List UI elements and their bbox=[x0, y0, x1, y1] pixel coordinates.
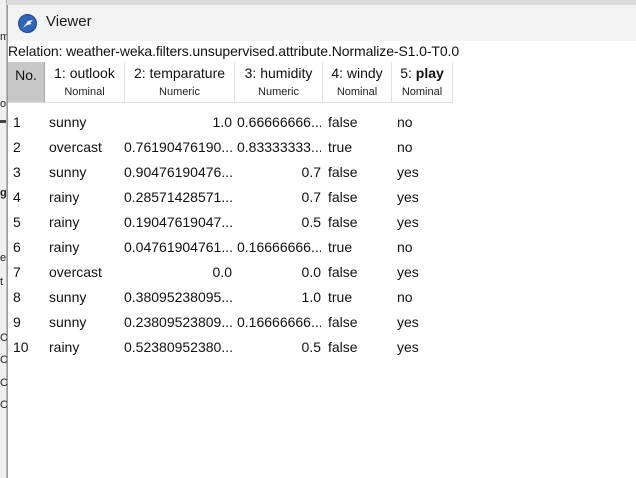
cell-humidity[interactable]: 0.7 bbox=[237, 185, 321, 210]
cell-windy[interactable]: true bbox=[328, 285, 390, 310]
cell-play[interactable]: yes bbox=[397, 310, 451, 335]
cell-temp[interactable]: 0.23809523809... bbox=[124, 310, 232, 335]
cell-temp[interactable]: 0.19047619047... bbox=[124, 210, 232, 235]
cell-temp[interactable]: 0.76190476190... bbox=[124, 135, 232, 160]
cell-temp[interactable]: 0.38095238095... bbox=[124, 285, 232, 310]
cell-play[interactable]: no bbox=[397, 235, 451, 260]
cell-windy[interactable]: false bbox=[328, 185, 390, 210]
cell-outlook[interactable]: overcast bbox=[49, 135, 123, 160]
bg-fragment: t bbox=[0, 276, 4, 288]
cell-windy[interactable]: true bbox=[328, 135, 390, 160]
cell-play[interactable]: no bbox=[397, 110, 451, 135]
cell-temp[interactable]: 0.52380952380... bbox=[124, 335, 232, 360]
cell-play[interactable]: no bbox=[397, 135, 451, 160]
cell-outlook[interactable]: rainy bbox=[49, 335, 123, 360]
cell-no[interactable]: 1 bbox=[13, 110, 43, 135]
cell-play[interactable]: yes bbox=[397, 185, 451, 210]
cell-no[interactable]: 7 bbox=[13, 260, 43, 285]
column-header-humidity[interactable]: 3: humidity Numeric bbox=[235, 62, 323, 103]
cell-humidity[interactable]: 0.16666666... bbox=[237, 235, 321, 260]
bg-line bbox=[0, 120, 6, 123]
cell-humidity[interactable]: 0.5 bbox=[237, 335, 321, 360]
cell-windy[interactable]: true bbox=[328, 235, 390, 260]
cell-no[interactable]: 5 bbox=[13, 210, 43, 235]
cell-outlook[interactable]: rainy bbox=[49, 185, 123, 210]
cell-play[interactable]: yes bbox=[397, 210, 451, 235]
cell-humidity[interactable]: 0.16666666... bbox=[237, 310, 321, 335]
cell-outlook[interactable]: rainy bbox=[49, 235, 123, 260]
cell-temp[interactable]: 0.04761904761... bbox=[124, 235, 232, 260]
cell-outlook[interactable]: sunny bbox=[49, 285, 123, 310]
column-header-label: 1: outlook bbox=[54, 65, 115, 81]
column-header-label: No. bbox=[15, 67, 37, 83]
cell-outlook[interactable]: overcast bbox=[49, 260, 123, 285]
table-row[interactable]: 8 sunny 0.38095238095... 1.0 true no bbox=[8, 285, 453, 310]
table-row[interactable]: 4 rainy 0.28571428571... 0.7 false yes bbox=[8, 185, 453, 210]
bg-fragment: g bbox=[0, 187, 7, 199]
viewer-window: Viewer Relation: weather-weka.filters.un… bbox=[7, 5, 636, 478]
cell-play[interactable]: yes bbox=[397, 160, 451, 185]
cell-no[interactable]: 3 bbox=[13, 160, 43, 185]
cell-humidity[interactable]: 0.83333333... bbox=[237, 135, 321, 160]
table-row[interactable]: 3 sunny 0.90476190476... 0.7 false yes bbox=[8, 160, 453, 185]
table-row[interactable]: 10 rainy 0.52380952380... 0.5 false yes bbox=[8, 335, 453, 360]
column-type-label: Nominal bbox=[401, 86, 443, 98]
table-row[interactable]: 2 overcast 0.76190476190... 0.83333333... tr… bbox=[8, 135, 453, 160]
cell-no[interactable]: 9 bbox=[13, 310, 43, 335]
column-type-label: Nominal bbox=[336, 86, 378, 98]
cell-windy[interactable]: false bbox=[328, 110, 390, 135]
cell-no[interactable]: 6 bbox=[13, 235, 43, 260]
column-header-label: 4: windy bbox=[331, 65, 383, 81]
cell-no[interactable]: 8 bbox=[13, 285, 43, 310]
cell-windy[interactable]: false bbox=[328, 310, 390, 335]
table-row[interactable]: 7 overcast 0.0 0.0 false yes bbox=[8, 260, 453, 285]
table-row[interactable]: 5 rainy 0.19047619047... 0.5 false yes bbox=[8, 210, 453, 235]
cell-windy[interactable]: false bbox=[328, 335, 390, 360]
column-type-label: Nominal bbox=[64, 86, 105, 98]
column-header-label: 5: play bbox=[400, 65, 444, 81]
cell-windy[interactable]: false bbox=[328, 260, 390, 285]
column-header-label: 3: humidity bbox=[244, 65, 313, 81]
cell-humidity[interactable]: 0.0 bbox=[237, 260, 321, 285]
cell-windy[interactable]: false bbox=[328, 160, 390, 185]
cell-temp[interactable]: 0.90476190476... bbox=[124, 160, 232, 185]
column-header-temparature[interactable]: 2: temparature Numeric bbox=[125, 62, 235, 103]
cell-outlook[interactable]: sunny bbox=[49, 110, 123, 135]
column-header-no[interactable]: No. bbox=[8, 62, 45, 103]
column-header-outlook[interactable]: 1: outlook Nominal bbox=[45, 62, 125, 103]
cell-play[interactable]: no bbox=[397, 285, 451, 310]
cell-temp[interactable]: 0.0 bbox=[124, 260, 232, 285]
column-type-label: Numeric bbox=[159, 86, 200, 98]
bg-fragment: o bbox=[0, 98, 7, 110]
cell-no[interactable]: 4 bbox=[13, 185, 43, 210]
cell-outlook[interactable]: rainy bbox=[49, 210, 123, 235]
column-header-label: 2: temparature bbox=[133, 65, 226, 81]
cell-outlook[interactable]: sunny bbox=[49, 310, 123, 335]
cell-outlook[interactable]: sunny bbox=[49, 160, 123, 185]
title-bar[interactable]: Viewer bbox=[8, 5, 636, 41]
column-type-label: Numeric bbox=[258, 86, 299, 98]
weka-bird-icon bbox=[18, 14, 37, 33]
window-title: Viewer bbox=[46, 13, 92, 30]
cell-temp[interactable]: 0.28571428571... bbox=[124, 185, 232, 210]
table-row[interactable]: 6 rainy 0.04761904761... 0.16666666... true n… bbox=[8, 235, 453, 260]
relation-label: Relation: weather-weka.filters.unsupervi… bbox=[8, 43, 460, 59]
cell-humidity[interactable]: 0.66666666... bbox=[237, 110, 321, 135]
cell-no[interactable]: 10 bbox=[13, 335, 43, 360]
cell-play[interactable]: yes bbox=[397, 260, 451, 285]
cell-no[interactable]: 2 bbox=[13, 135, 43, 160]
cell-windy[interactable]: false bbox=[328, 210, 390, 235]
column-header-windy[interactable]: 4: windy Nominal bbox=[323, 62, 392, 103]
cell-humidity[interactable]: 1.0 bbox=[237, 285, 321, 310]
table-row[interactable]: 1 sunny 1.0 0.66666666... false no bbox=[8, 110, 453, 135]
table-row[interactable]: 9 sunny 0.23809523809... 0.16666666... false… bbox=[8, 310, 453, 335]
column-header-play[interactable]: 5: play Nominal bbox=[392, 62, 453, 103]
cell-play[interactable]: yes bbox=[397, 335, 451, 360]
cell-humidity[interactable]: 0.7 bbox=[237, 160, 321, 185]
cell-humidity[interactable]: 0.5 bbox=[237, 210, 321, 235]
background-window-edge: m o g er t C C C C bbox=[0, 0, 10, 478]
cell-temp[interactable]: 1.0 bbox=[124, 110, 232, 135]
